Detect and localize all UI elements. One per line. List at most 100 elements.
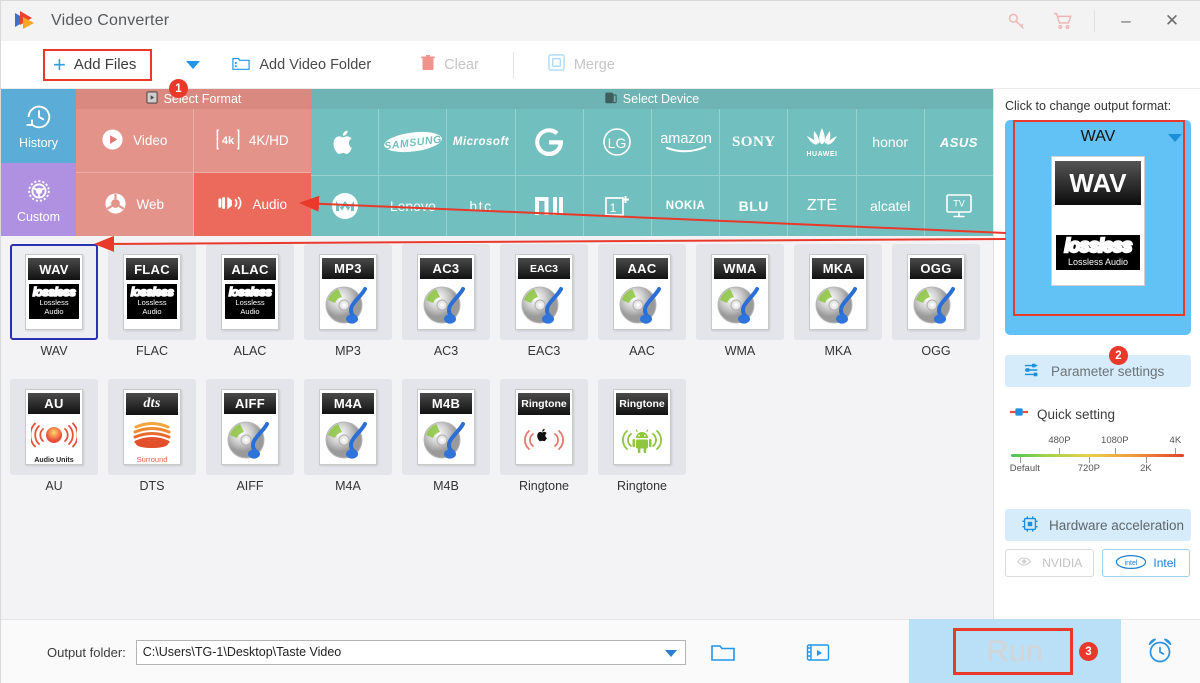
sidebar-item-custom[interactable]: Custom (1, 162, 76, 236)
format-card-m4a[interactable]: M4A M4A (303, 379, 393, 493)
format-card-au[interactable]: AU Audio Units AU (9, 379, 99, 493)
minimize-button[interactable]: – (1103, 1, 1149, 41)
format-cell-4khd[interactable]: 4k 4K/HD (193, 109, 311, 173)
sidebar-item-history[interactable]: History (1, 89, 76, 163)
format-row-1: WAV lossless Lossless Audio WAV FLAC los… (9, 244, 993, 362)
clear-button[interactable]: Clear (411, 48, 489, 82)
4k-icon: 4k (216, 128, 240, 154)
device-samsung[interactable]: SAMSUNG (379, 109, 448, 176)
device-lg[interactable]: LG (583, 109, 652, 176)
device-blu-label: BLU (738, 198, 769, 214)
format-cell-web[interactable]: Web (76, 173, 194, 236)
format-card-label: WAV (40, 344, 68, 358)
disc-note-icon: OGG (907, 254, 965, 330)
format-badge: WMA (714, 258, 766, 279)
format-card-mp3[interactable]: MP3 MP3 (303, 244, 393, 358)
device-huawei[interactable]: HUAWEI (788, 109, 857, 176)
device-google[interactable] (515, 109, 584, 176)
format-card-label: MP3 (335, 344, 361, 358)
plus-icon: + (53, 51, 66, 77)
slider-label-default: Default (1009, 463, 1040, 474)
slider-bottom-labels: Default 720P 2K (1009, 463, 1184, 476)
device-lenovo[interactable]: Lenovo (379, 176, 448, 236)
device-amazon[interactable]: amazon (651, 109, 721, 176)
format-category-grid: Video 4k 4K/HD Web Audio (76, 109, 311, 236)
format-card-alac[interactable]: ALAC lossless Lossless Audio ALAC (205, 244, 295, 358)
quick-toggle-icon[interactable] (1009, 405, 1029, 423)
device-htc[interactable]: htc (447, 176, 516, 236)
nvidia-icon (1016, 555, 1036, 571)
format-badge: AAC (616, 258, 668, 279)
hardware-acceleration-button[interactable]: Hardware acceleration (1005, 509, 1191, 541)
device-zte[interactable]: ZTE (788, 176, 857, 236)
format-card-label: AC3 (433, 344, 459, 358)
format-card-aiff[interactable]: AIFF AIFF (205, 379, 295, 493)
format-card-aac[interactable]: AAC AAC (597, 244, 687, 358)
device-oneplus[interactable]: 1 (584, 176, 652, 236)
select-format-panel: Select Format Video 4k 4K/HD Web Audio (76, 89, 311, 236)
format-card-flac[interactable]: FLAC lossless Lossless Audio FLAC (107, 244, 197, 358)
format-card-m4b[interactable]: M4B M4B (401, 379, 491, 493)
format-card-ringtone-apple[interactable]: Ringtone Ringtone (499, 379, 589, 493)
device-xiaomi[interactable] (516, 176, 584, 236)
gpu-option-nvidia[interactable]: NVIDIA (1005, 549, 1094, 577)
format-card-wma[interactable]: WMA WMA (695, 244, 785, 358)
cart-icon[interactable] (1040, 1, 1086, 41)
device-microsoft[interactable]: Microsoft (447, 109, 516, 176)
device-apple[interactable] (311, 109, 380, 176)
media-folder-icon[interactable] (806, 642, 830, 663)
device-honor[interactable]: honor (856, 109, 925, 176)
output-folder-input[interactable]: C:\Users\TG-1\Desktop\Taste Video (135, 639, 686, 665)
parameter-settings-button[interactable]: Parameter settings (1005, 355, 1191, 387)
close-button[interactable]: ✕ (1149, 1, 1195, 41)
format-card-mka[interactable]: MKA MKA (793, 244, 883, 358)
format-badge: Ringtone (616, 393, 668, 415)
format-card-dts[interactable]: dts Surround DTS (107, 379, 197, 493)
quality-slider[interactable]: 480P 1080P 4K Default 720P 2K (1005, 435, 1190, 493)
chevron-down-icon[interactable] (1168, 134, 1182, 142)
format-card-wav[interactable]: WAV lossless Lossless Audio WAV (9, 244, 99, 358)
disc-note-icon: M4A (319, 389, 377, 465)
disc-note-icon: AIFF (221, 389, 279, 465)
gpu-option-intel[interactable]: intel Intel (1101, 549, 1190, 577)
chevron-down-icon[interactable] (664, 649, 677, 657)
add-files-dropdown-icon[interactable] (186, 60, 201, 69)
alarm-clock-icon[interactable] (1145, 635, 1175, 670)
format-card-eac3[interactable]: EAC3 EAC3 (499, 244, 589, 358)
device-nokia[interactable]: NOKIA (652, 176, 721, 236)
slider-label-4k: 4K (1169, 435, 1182, 446)
device-motorola[interactable] (311, 176, 380, 236)
format-card-ringtone-android[interactable]: Ringtone Ringtone (597, 379, 687, 493)
format-cell-audio[interactable]: Audio (193, 173, 311, 236)
device-tv[interactable]: TV (925, 176, 993, 236)
add-files-button[interactable]: + Add Files (43, 48, 153, 81)
device-alcatel[interactable]: alcatel (857, 176, 925, 236)
lossless-sub-2: Audio (44, 306, 64, 316)
disc-note-icon: AAC (613, 254, 671, 330)
format-card-label: WMA (724, 344, 756, 358)
format-card-ogg[interactable]: OGG OGG (891, 244, 981, 358)
output-format-badge: WAV (1055, 161, 1141, 205)
format-card-label: Ringtone (616, 479, 668, 493)
sidebar: History Custom (1, 89, 76, 236)
device-sony[interactable]: SONY (720, 109, 789, 176)
format-card-ac3[interactable]: AC3 AC3 (401, 244, 491, 358)
title-bar-controls: – ✕ (994, 1, 1200, 41)
chrome-icon (104, 192, 127, 218)
format-cell-video[interactable]: Video (76, 109, 194, 173)
format-badge: EAC3 (518, 258, 570, 279)
add-video-folder-button[interactable]: Add Video Folder (222, 48, 381, 82)
output-format-preview[interactable]: WAV WAV lossless Lossless Audio (1005, 120, 1191, 335)
gpu-option-intel-label: Intel (1153, 556, 1177, 570)
folder-open-icon[interactable] (710, 641, 736, 663)
titlebar-divider (1094, 10, 1095, 32)
quick-setting-label: Quick setting (1037, 406, 1116, 422)
format-badge: Ringtone (518, 393, 570, 415)
clear-label: Clear (444, 56, 479, 73)
disc-note-icon: WMA (711, 254, 769, 330)
key-icon[interactable] (994, 1, 1040, 41)
device-blu[interactable]: BLU (720, 176, 789, 236)
device-asus[interactable]: ASUS (924, 109, 993, 176)
format-badge: AU (28, 393, 80, 414)
merge-button[interactable]: Merge (538, 48, 625, 82)
